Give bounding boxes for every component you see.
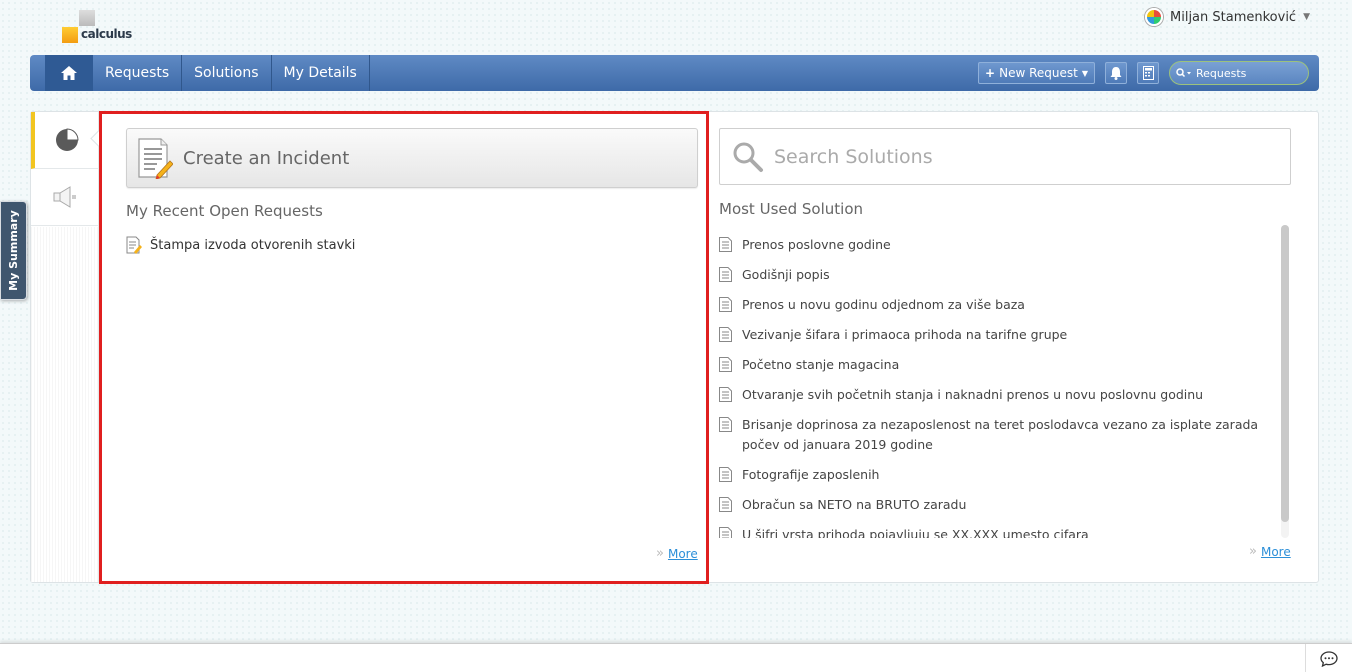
solution-title: Vezivanje šifara i primaoca prihoda na t… xyxy=(742,327,1068,342)
my-summary-label: My Summary xyxy=(7,210,20,291)
notifications-button[interactable] xyxy=(1105,62,1127,84)
document-icon xyxy=(719,327,732,342)
side-tabs xyxy=(31,112,99,582)
solutions-column: Most Used Solution Prenos poslovne godin… xyxy=(719,112,1291,582)
requests-more: » More xyxy=(656,546,698,561)
footer-bar xyxy=(0,643,1352,672)
calculator-icon xyxy=(1142,66,1154,80)
solutions-more: » More xyxy=(1249,544,1291,559)
solution-title: Otvaranje svih početnih stanja i naknadn… xyxy=(742,387,1204,402)
main-panel: Create an Incident My Recent Open Reques… xyxy=(30,111,1319,583)
solutions-more-link[interactable]: More xyxy=(1261,545,1291,559)
main-navbar: Requests Solutions My Details + New Requ… xyxy=(30,55,1319,91)
list-item[interactable]: Brisanje doprinosa za nezaposlenost na t… xyxy=(719,410,1274,460)
solution-title: Brisanje doprinosa za nezaposlenost na t… xyxy=(742,417,1259,452)
document-icon xyxy=(719,237,732,252)
calculus-logo[interactable]: calculus xyxy=(62,10,132,44)
home-button[interactable] xyxy=(45,55,93,91)
plus-icon: + xyxy=(985,66,996,80)
solution-title: Prenos poslovne godine xyxy=(742,237,891,252)
list-item[interactable]: Štampa izvoda otvorenih stavki xyxy=(126,236,355,254)
tab-announcements[interactable] xyxy=(31,169,98,226)
solution-title: Fotografije zaposlenih xyxy=(742,467,880,482)
scrollbar-thumb[interactable] xyxy=(1281,225,1289,522)
recent-requests-title: My Recent Open Requests xyxy=(126,202,323,220)
solution-title: Početno stanje magacina xyxy=(742,357,900,372)
list-item[interactable]: Obračun sa NETO na BRUTO zaradu xyxy=(719,490,1274,520)
document-icon xyxy=(719,357,732,372)
list-item[interactable]: Početno stanje magacina xyxy=(719,350,1274,380)
user-menu[interactable]: Miljan Stamenković ▼ xyxy=(1145,8,1310,26)
chat-bubble-icon xyxy=(1320,650,1338,667)
requests-more-link[interactable]: More xyxy=(668,547,698,561)
search-icon xyxy=(1176,68,1191,78)
solutions-list: Prenos poslovne godine Godišnji popis Pr… xyxy=(719,230,1274,538)
nav-search[interactable] xyxy=(1169,61,1309,85)
list-item[interactable]: Vezivanje šifara i primaoca prihoda na t… xyxy=(719,320,1274,350)
solutions-scrollbar[interactable] xyxy=(1281,225,1289,538)
nav-search-input[interactable] xyxy=(1196,66,1296,80)
logo-text: calculus xyxy=(81,27,132,41)
home-icon xyxy=(61,66,77,80)
side-tabs-filler xyxy=(31,227,98,582)
nav-solutions[interactable]: Solutions xyxy=(182,55,272,91)
list-item[interactable]: Otvaranje svih početnih stanja i naknadn… xyxy=(719,380,1274,410)
my-summary-tab[interactable]: My Summary xyxy=(0,201,27,300)
request-edit-icon xyxy=(126,236,142,254)
create-incident-button[interactable]: Create an Incident xyxy=(126,128,698,188)
logo-square-gray xyxy=(79,10,95,26)
solution-title: U šifri vrsta prihoda pojavljuju se XX.X… xyxy=(742,527,1089,538)
requests-column: Create an Incident My Recent Open Reques… xyxy=(126,112,698,582)
document-icon xyxy=(719,297,732,312)
request-title: Štampa izvoda otvorenih stavki xyxy=(150,237,356,253)
nav-my-details[interactable]: My Details xyxy=(272,55,370,91)
solution-title: Prenos u novu godinu odjednom za više ba… xyxy=(742,297,1025,312)
new-request-label: New Request xyxy=(999,66,1078,80)
double-chevron-right-icon: » xyxy=(656,546,664,561)
document-icon xyxy=(719,497,732,512)
search-icon xyxy=(733,142,763,172)
document-edit-icon xyxy=(138,138,173,179)
tab-dashboard[interactable] xyxy=(31,112,98,169)
document-icon xyxy=(719,527,732,538)
chat-button[interactable] xyxy=(1305,644,1352,672)
user-name: Miljan Stamenković xyxy=(1170,9,1297,25)
solution-title: Obračun sa NETO na BRUTO zaradu xyxy=(742,497,967,512)
user-avatar-icon xyxy=(1145,8,1163,26)
bell-icon xyxy=(1110,66,1122,80)
logo-square-orange xyxy=(62,27,78,43)
document-icon xyxy=(719,387,732,402)
solution-title: Godišnji popis xyxy=(742,267,830,282)
double-chevron-right-icon: » xyxy=(1249,544,1257,559)
chevron-down-icon: ▼ xyxy=(1303,12,1310,22)
nav-tools: + New Request ▼ xyxy=(978,61,1309,85)
document-icon xyxy=(719,417,732,432)
nav-requests[interactable]: Requests xyxy=(93,55,183,91)
megaphone-icon xyxy=(53,186,76,208)
document-icon xyxy=(719,267,732,282)
calculator-button[interactable] xyxy=(1137,62,1159,84)
list-item[interactable]: Prenos u novu godinu odjednom za više ba… xyxy=(719,290,1274,320)
list-item[interactable]: Godišnji popis xyxy=(719,260,1274,290)
search-solutions-box[interactable] xyxy=(719,128,1291,185)
list-item[interactable]: U šifri vrsta prihoda pojavljuju se XX.X… xyxy=(719,520,1274,538)
document-icon xyxy=(719,467,732,482)
pie-chart-icon xyxy=(55,128,79,151)
new-request-button[interactable]: + New Request ▼ xyxy=(978,62,1095,84)
list-item[interactable]: Fotografije zaposlenih xyxy=(719,460,1274,490)
chevron-down-icon: ▼ xyxy=(1081,68,1088,78)
list-item[interactable]: Prenos poslovne godine xyxy=(719,230,1274,260)
search-solutions-input[interactable] xyxy=(774,145,1254,168)
create-incident-label: Create an Incident xyxy=(183,147,350,169)
most-used-title: Most Used Solution xyxy=(719,200,864,218)
